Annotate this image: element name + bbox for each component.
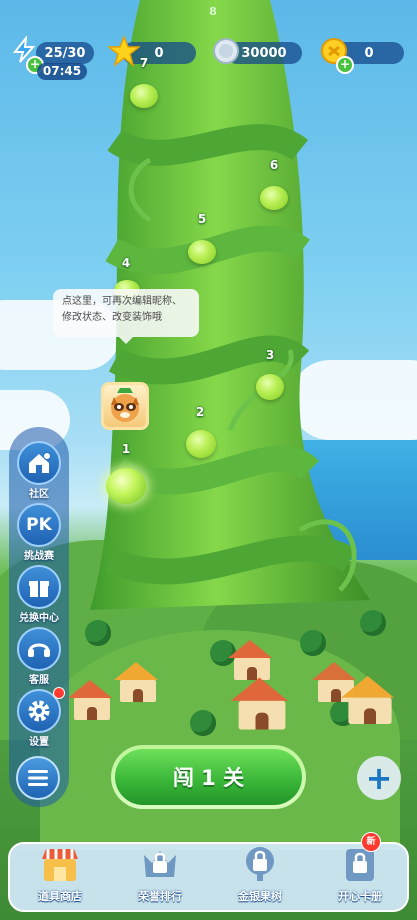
silver-coin-icon <box>212 37 240 65</box>
level-1-node[interactable] <box>106 468 146 504</box>
level-number: 6 <box>269 158 279 172</box>
level-number: 7 <box>139 56 149 70</box>
side-item-label: 兑换中心 <box>19 613 59 624</box>
tab-item-fruit-tree[interactable]: 金银果树 <box>210 844 310 910</box>
level-number: 1 <box>121 442 131 456</box>
gold-value: 0 <box>364 45 374 61</box>
new-badge: 新 <box>361 832 381 852</box>
energy-value: 25/30 <box>44 45 86 61</box>
tab-item-card-album[interactable]: 开心卡册 <box>310 844 410 910</box>
settings-notification-dot <box>53 687 65 699</box>
level-5-node[interactable] <box>188 240 216 264</box>
tooltip-line-1: 点这里，可再次编辑昵称、 <box>62 296 182 307</box>
level-number: 2 <box>195 405 205 419</box>
tab-label: 开心卡册 <box>338 890 382 903</box>
play-level-label: 闯 1 关 <box>115 749 302 805</box>
tab-label: 道具商店 <box>38 890 82 903</box>
side-item-label: 设置 <box>29 737 49 748</box>
gift-icon <box>17 565 61 609</box>
side-item-label: 社区 <box>29 489 49 500</box>
play-level-button[interactable]: 闯 1 关 <box>111 745 306 809</box>
bottom-nav: 道具商店 荣誉排行 金银果树 开心卡册 <box>8 842 409 912</box>
lock-icon <box>138 844 182 884</box>
tab-item-ranking[interactable]: 荣誉排行 <box>110 844 210 910</box>
level-number: 5 <box>197 212 207 226</box>
game-screen: 25/30 + 07:45 0 30000 0 + 8 7 6 5 4 3 2 … <box>0 0 417 920</box>
side-item-settings[interactable]: 设置 <box>9 687 69 751</box>
plus-icon: + <box>365 759 393 797</box>
shop-icon <box>38 844 82 884</box>
tab-item-shop[interactable]: 道具商店 <box>10 844 110 910</box>
level-2-node[interactable] <box>186 430 216 458</box>
level-3-node[interactable] <box>256 374 284 400</box>
energy-counter: 25/30 <box>36 42 94 64</box>
side-item-label: 挑战赛 <box>24 551 54 562</box>
tooltip-line-2: 修改状态、改变装饰哦 <box>62 312 162 323</box>
energy-timer: 07:45 <box>37 63 87 80</box>
silver-value: 30000 <box>241 45 287 61</box>
community-house-icon <box>17 441 61 485</box>
level-number: 4 <box>121 256 131 270</box>
side-item-challenge[interactable]: PK 挑战赛 <box>9 503 69 565</box>
side-item-exchange[interactable]: 兑换中心 <box>9 565 69 627</box>
raccoon-avatar-icon <box>111 388 139 422</box>
side-menu: 社区 PK 挑战赛 兑换中心 客服 设置 <box>9 427 69 807</box>
star-value: 0 <box>154 45 164 61</box>
headset-icon <box>17 627 61 671</box>
tab-label: 金银果树 <box>238 890 282 903</box>
level-number: 8 <box>209 5 217 18</box>
add-button[interactable]: + <box>357 756 401 800</box>
pk-icon: PK <box>17 503 61 547</box>
hamburger-icon <box>28 770 48 786</box>
tab-label: 荣誉排行 <box>138 890 182 903</box>
nickname-tooltip[interactable]: 点这里，可再次编辑昵称、 修改状态、改变装饰哦 <box>53 289 199 344</box>
menu-button[interactable] <box>16 756 60 800</box>
lock-icon <box>238 844 282 884</box>
side-item-label: 客服 <box>29 675 49 686</box>
level-6-node[interactable] <box>260 186 288 210</box>
side-item-support[interactable]: 客服 <box>9 627 69 689</box>
side-item-community[interactable]: 社区 <box>9 441 69 503</box>
level-7-node[interactable] <box>130 84 158 108</box>
add-gold-button[interactable]: + <box>336 56 354 74</box>
level-number: 3 <box>265 348 275 362</box>
player-avatar[interactable] <box>101 382 149 430</box>
